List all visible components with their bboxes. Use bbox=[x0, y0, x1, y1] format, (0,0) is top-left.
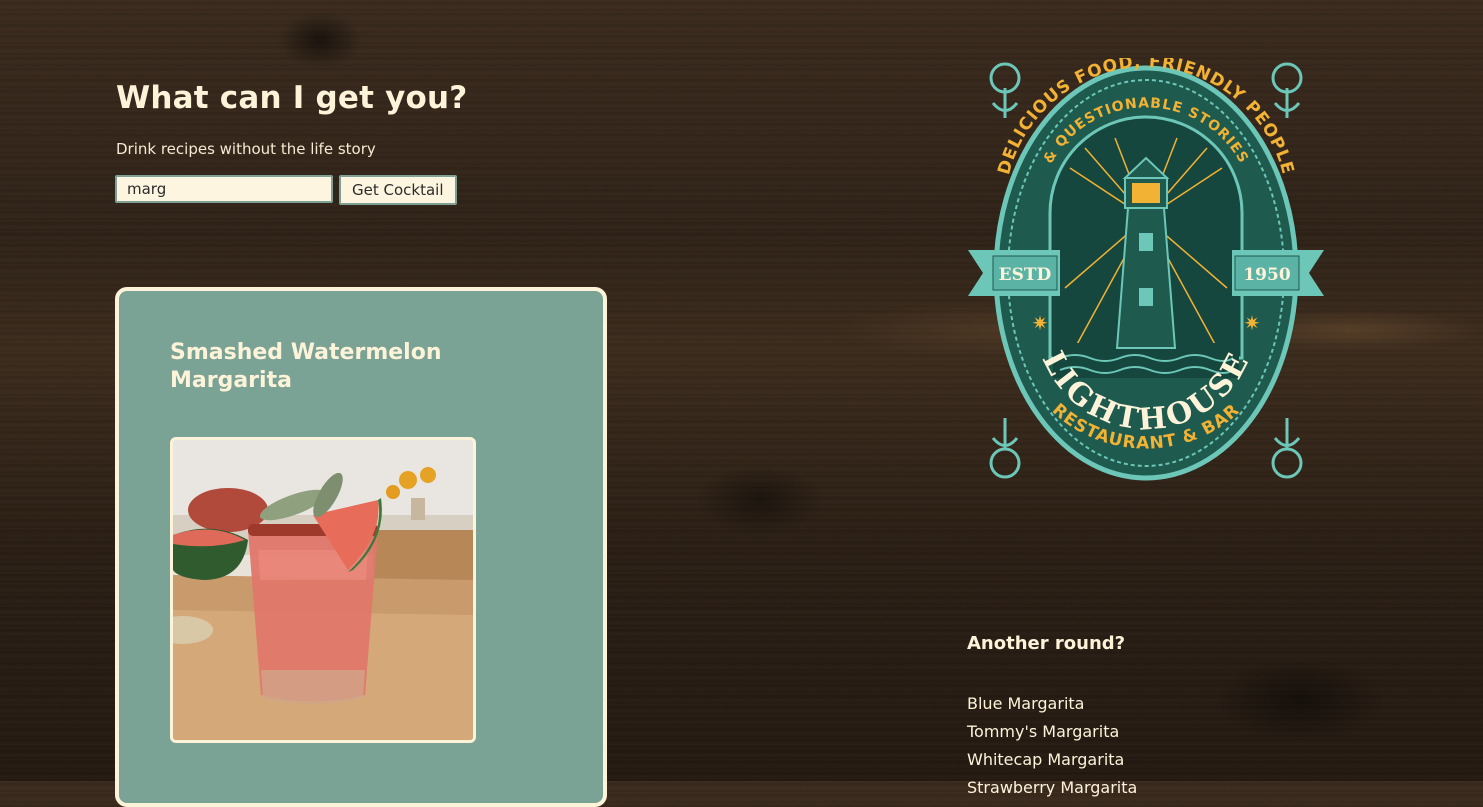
drink-photo bbox=[170, 437, 476, 743]
margarita-photo-icon bbox=[173, 440, 473, 740]
lighthouse-logo-icon: ESTD 1950 ✷ ✷ DELICIOUS FOOD, FRIENDLY P… bbox=[968, 52, 1324, 481]
search-form: Get Cocktail bbox=[115, 175, 457, 205]
page-subtitle: Drink recipes without the life story bbox=[116, 140, 376, 158]
another-round-heading: Another round? bbox=[967, 633, 1126, 654]
logo-year: 1950 bbox=[1243, 265, 1290, 285]
suggestion-list: Blue Margarita Tommy's Margarita Whiteca… bbox=[967, 690, 1137, 802]
suggestion-item[interactable]: Whitecap Margarita bbox=[967, 746, 1137, 774]
svg-text:✷: ✷ bbox=[1032, 311, 1049, 335]
suggestion-item[interactable]: Strawberry Margarita bbox=[967, 774, 1137, 802]
cocktail-search-input[interactable] bbox=[115, 175, 333, 203]
lighthouse-logo: ESTD 1950 ✷ ✷ DELICIOUS FOOD, FRIENDLY P… bbox=[965, 52, 1327, 488]
logo-estd: ESTD bbox=[999, 265, 1052, 285]
page-title: What can I get you? bbox=[116, 80, 468, 116]
suggestion-item[interactable]: Tommy's Margarita bbox=[967, 718, 1137, 746]
suggestion-item[interactable]: Blue Margarita bbox=[967, 690, 1137, 718]
drink-name: Smashed Watermelon Margarita bbox=[170, 340, 442, 393]
drink-card: Smashed Watermelon Margarita bbox=[115, 287, 607, 807]
page: What can I get you? Drink recipes withou… bbox=[0, 0, 1483, 807]
get-cocktail-button[interactable]: Get Cocktail bbox=[339, 175, 457, 205]
svg-text:✷: ✷ bbox=[1244, 311, 1261, 335]
